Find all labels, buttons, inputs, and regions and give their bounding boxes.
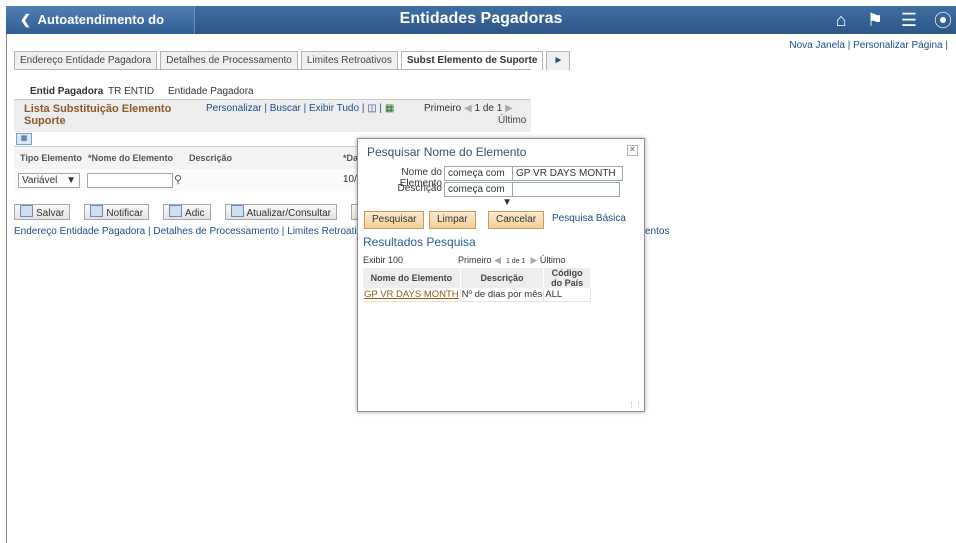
resize-grip-icon[interactable]: ⋮⋮	[628, 401, 642, 409]
results-first[interactable]: Primeiro ◀ 1 de 1 ▶ Último	[458, 255, 565, 266]
grid-title: Lista Substituição Elemento Suporte	[24, 103, 172, 127]
grid-range: 1 de 1	[474, 103, 503, 114]
field-nome-operator[interactable]: começa com▼	[444, 166, 516, 192]
tab-limites[interactable]: Limites Retroativos	[300, 51, 398, 70]
grid-download-icon[interactable]: ▦	[385, 103, 394, 114]
add-button[interactable]: Adic	[163, 204, 211, 220]
tab-detalhes[interactable]: Detalhes de Processamento	[160, 51, 298, 70]
close-icon[interactable]: ✕	[627, 145, 638, 156]
tipo-select[interactable]: Variável ▼	[18, 173, 80, 188]
navbar-icon[interactable]: ⦿	[930, 7, 956, 33]
grid-first[interactable]: Primeiro	[424, 103, 461, 114]
modal-title: Pesquisar Nome do Elemento	[367, 145, 527, 159]
personalize-page-link[interactable]: Personalizar Página	[853, 40, 943, 51]
result-nome-link[interactable]: GP VR DAYS MONTH	[363, 288, 461, 302]
tab-bar: Endereço Entidade Pagadora Detalhes de P…	[14, 51, 573, 70]
table-row[interactable]: GP VR DAYS MONTH Nº de dias por mês ALL	[363, 288, 591, 302]
tab-subst-elemento[interactable]: Subst Elemento de Suporte	[400, 51, 544, 70]
results-table: Nome do Elemento Descrição Código do Paí…	[363, 268, 591, 302]
field-nome-input[interactable]: GP VR DAYS MONTH×	[512, 166, 623, 192]
header-icons: ⌂ ⚑ ☰ ⦿	[820, 6, 956, 34]
next-icon[interactable]: ▶	[505, 103, 513, 114]
home-icon[interactable]: ⌂	[828, 10, 854, 31]
field-descricao-label: Descrição	[397, 183, 442, 194]
chevron-left-icon: ❮	[20, 12, 38, 27]
mail-icon	[90, 205, 104, 217]
tab-divider	[14, 69, 531, 70]
nome-elemento-input[interactable]	[87, 173, 173, 188]
result-descricao: Nº de dias por mês	[460, 288, 545, 302]
col-tipo: Tipo Elemento	[20, 153, 82, 163]
search-modal: Pesquisar Nome do Elemento ✕ Nome do Ele…	[357, 138, 645, 412]
field-descricao-input[interactable]	[512, 182, 620, 197]
entity-code: TR ENTID	[107, 86, 155, 97]
results-pagination: Exibir 100 Primeiro ◀ 1 de 1 ▶ Último	[363, 255, 591, 265]
field-descricao-operator[interactable]: começa com ▼	[444, 182, 516, 208]
results-title: Resultados Pesquisa	[363, 235, 476, 249]
top-links: Nova Janela | Personalizar Página |	[789, 40, 948, 51]
grid-view-icon[interactable]: ◫	[367, 103, 376, 114]
entity-desc: Entidade Pagadora	[167, 86, 254, 97]
notify-button[interactable]: Notificar	[84, 204, 150, 220]
refresh-icon	[230, 205, 244, 217]
flag-icon[interactable]: ⚑	[862, 10, 888, 31]
entity-line: Entid Pagadora TR ENTID Entidade Pagador…	[30, 86, 254, 97]
refresh-button[interactable]: Atualizar/Consultar	[224, 204, 337, 220]
prev-icon: ◀	[494, 255, 501, 265]
basic-search-link[interactable]: Pesquisa Básica	[552, 213, 626, 224]
next-icon: ▶	[530, 255, 538, 265]
results-col-descricao: Descrição	[460, 268, 545, 288]
col-data: *Da	[343, 153, 359, 163]
new-window-link[interactable]: Nova Janela	[789, 40, 845, 51]
back-button[interactable]: ❮ Autoatendimento do Gerente	[6, 6, 195, 55]
search-button[interactable]: Pesquisar	[364, 211, 425, 229]
grid-pagination: Primeiro ◀ 1 de 1 ▶	[424, 103, 513, 114]
col-descricao: Descrição	[189, 153, 233, 163]
grid-header: Lista Substituição Elemento Suporte Pers…	[14, 99, 531, 132]
result-pais: ALL	[543, 288, 591, 302]
footer-links[interactable]: Endereço Entidade Pagadora | Detalhes de…	[14, 226, 398, 237]
results-show: Exibir 100	[363, 255, 404, 265]
clear-button[interactable]: Limpar	[429, 211, 476, 229]
entity-label: Entid Pagadora	[30, 86, 104, 97]
tab-scroll-right-icon[interactable]: ►	[546, 51, 571, 70]
results-header-row: Nome do Elemento Descrição Código do Paí…	[363, 268, 591, 288]
add-icon	[169, 205, 183, 217]
lookup-icon[interactable]: ⚲	[174, 173, 182, 186]
prev-icon[interactable]: ◀	[464, 103, 472, 114]
header-banner: ❮ Autoatendimento do Gerente Entidades P…	[6, 6, 956, 55]
save-button[interactable]: Salvar	[14, 204, 71, 220]
save-icon	[20, 205, 33, 217]
action-bar: Salvar Notificar Adic Atualizar/Consulta…	[14, 204, 401, 220]
tab-endereco[interactable]: Endereço Entidade Pagadora	[14, 51, 158, 70]
grid-nav-links[interactable]: Personalizar | Buscar | Exibir Tudo | ◫ …	[206, 103, 394, 114]
menu-icon[interactable]: ☰	[896, 10, 922, 31]
col-nome: *Nome do Elemento	[88, 153, 174, 163]
data-value: 10/	[343, 174, 357, 185]
results-col-nome: Nome do Elemento	[363, 268, 461, 288]
cancel-button[interactable]: Cancelar	[488, 211, 545, 229]
results-col-pais: Código do País	[543, 268, 591, 288]
grid-last[interactable]: Último	[498, 115, 526, 126]
footer-links-end[interactable]: entos	[645, 226, 669, 237]
grid-toggle-icon[interactable]: ▦	[16, 133, 32, 145]
